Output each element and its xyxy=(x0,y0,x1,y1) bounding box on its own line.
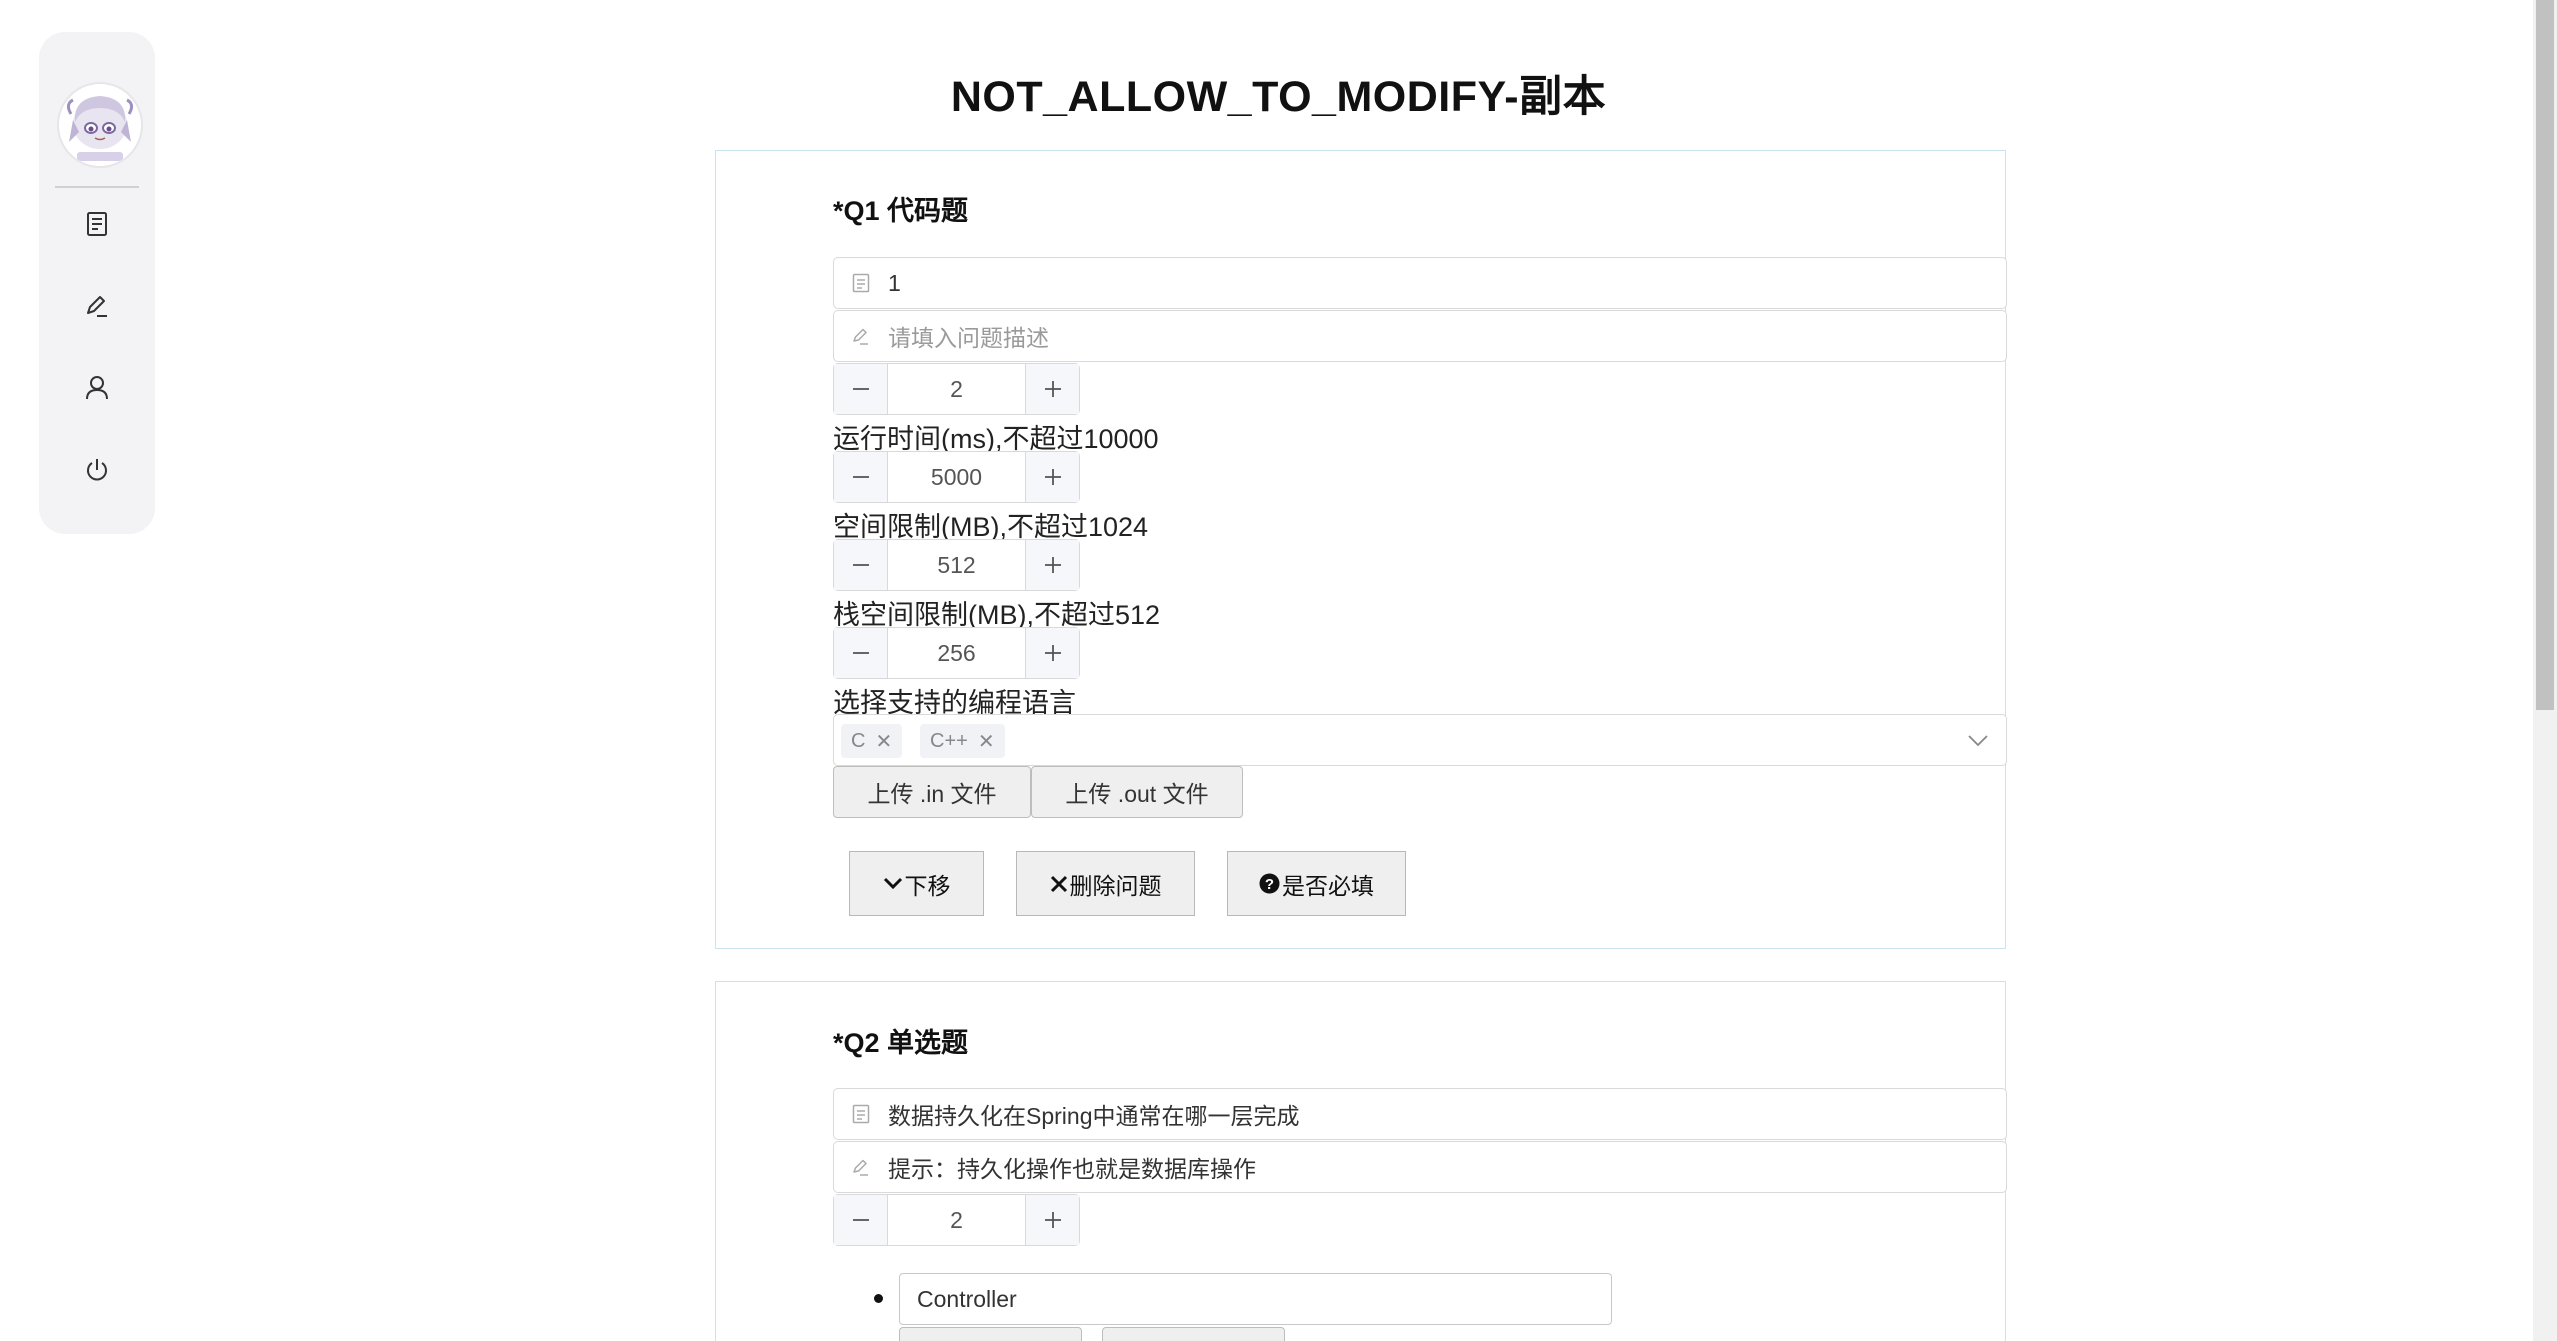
language-tag: C++ ✕ xyxy=(920,724,1005,758)
edit-icon xyxy=(834,1142,888,1192)
power-icon xyxy=(87,459,107,481)
required-toggle-button[interactable]: ? 是否必填 xyxy=(1227,851,1406,916)
sidebar-item-logout[interactable] xyxy=(75,448,119,492)
minus-icon xyxy=(852,564,869,566)
minus-icon xyxy=(852,476,869,478)
question-card-q1: *Q1 代码题 1 请填入问题描述 2 运行时间(ms),不超过10000 50… xyxy=(715,150,2007,949)
language-tag-label: C xyxy=(851,729,866,752)
minus-icon xyxy=(852,652,869,654)
edit-icon xyxy=(834,311,888,361)
delete-question-label: 删除问题 xyxy=(1069,872,1162,899)
svg-text:?: ? xyxy=(1265,876,1274,893)
document-icon xyxy=(87,212,107,236)
memory-value[interactable]: 512 xyxy=(888,540,1025,590)
plus-icon xyxy=(1044,645,1061,661)
user-icon xyxy=(86,376,108,400)
upload-in-button[interactable]: 上传 .in 文件 xyxy=(833,766,1031,818)
minus-icon xyxy=(852,388,869,390)
question-title: *Q2 单选题 xyxy=(833,1028,969,1058)
minus-icon xyxy=(852,1219,869,1221)
increment-button[interactable] xyxy=(1025,1195,1079,1245)
score-stepper[interactable]: 2 xyxy=(833,363,1080,415)
language-tag: C ✕ xyxy=(841,724,903,758)
question-description-input[interactable]: 请填入问题描述 xyxy=(833,310,2007,362)
increment-button[interactable] xyxy=(1025,540,1079,590)
question-name-input[interactable]: 1 xyxy=(833,257,2007,309)
option-input[interactable]: Controller xyxy=(899,1273,1612,1325)
stack-stepper[interactable]: 256 xyxy=(833,627,1080,679)
edit-icon xyxy=(87,296,107,317)
close-icon xyxy=(1050,875,1067,892)
decrement-button[interactable] xyxy=(834,1195,888,1245)
plus-icon xyxy=(1044,381,1061,397)
question-circle-icon: ? xyxy=(1259,873,1280,894)
memory-stepper[interactable]: 512 xyxy=(833,539,1080,591)
sidebar-item-documents[interactable] xyxy=(75,202,119,246)
plus-icon xyxy=(1044,557,1061,573)
language-select[interactable]: C ✕ C++ ✕ xyxy=(833,714,2007,766)
scrollbar-thumb[interactable] xyxy=(2536,0,2554,710)
chevron-down-icon[interactable] xyxy=(1964,727,1992,755)
decrement-button[interactable] xyxy=(834,452,888,502)
question-card-q2: *Q2 单选题 数据持久化在Spring中通常在哪一层完成 提示：持久化操作也就… xyxy=(715,981,2007,1341)
question-name-value: 数据持久化在Spring中通常在哪一层完成 xyxy=(888,1103,1300,1129)
upload-out-button[interactable]: 上传 .out 文件 xyxy=(1031,766,1243,818)
remove-tag-icon[interactable]: ✕ xyxy=(978,729,995,754)
decrement-button[interactable] xyxy=(834,628,888,678)
decrement-button[interactable] xyxy=(834,540,888,590)
increment-button[interactable] xyxy=(1025,452,1079,502)
runtime-stepper[interactable]: 5000 xyxy=(833,451,1080,503)
move-down-label: 下移 xyxy=(904,872,951,899)
question-name-value: 1 xyxy=(888,269,901,296)
option-action-button[interactable] xyxy=(899,1327,1082,1341)
remove-tag-icon[interactable]: ✕ xyxy=(875,729,892,754)
option-bullet xyxy=(874,1294,883,1303)
question-title: *Q1 代码题 xyxy=(833,196,969,226)
question-description-input[interactable]: 提示：持久化操作也就是数据库操作 xyxy=(833,1141,2007,1193)
plus-icon xyxy=(1044,1212,1061,1228)
move-down-button[interactable]: 下移 xyxy=(849,851,984,916)
question-name-input[interactable]: 数据持久化在Spring中通常在哪一层完成 xyxy=(833,1088,2007,1140)
required-toggle-label: 是否必填 xyxy=(1282,872,1374,899)
chevron-down-icon xyxy=(883,877,902,889)
score-value[interactable]: 2 xyxy=(888,364,1025,414)
sidebar-item-edit[interactable] xyxy=(75,284,119,328)
language-tag-label: C++ xyxy=(930,729,968,752)
score-value[interactable]: 2 xyxy=(888,1195,1025,1245)
question-description-value: 提示：持久化操作也就是数据库操作 xyxy=(888,1156,1256,1182)
option-action-button[interactable] xyxy=(1102,1327,1285,1341)
delete-question-button[interactable]: 删除问题 xyxy=(1016,851,1195,916)
score-stepper[interactable]: 2 xyxy=(833,1194,1080,1246)
stack-value[interactable]: 256 xyxy=(888,628,1025,678)
sidebar-item-user[interactable] xyxy=(75,366,119,410)
page-title: NOT_ALLOW_TO_MODIFY-副本 xyxy=(950,73,1607,121)
document-icon xyxy=(834,258,888,308)
increment-button[interactable] xyxy=(1025,364,1079,414)
plus-icon xyxy=(1044,469,1061,485)
increment-button[interactable] xyxy=(1025,628,1079,678)
sidebar-divider xyxy=(55,186,139,188)
question-description-placeholder: 请填入问题描述 xyxy=(888,325,1049,351)
document-icon xyxy=(834,1089,888,1139)
runtime-value[interactable]: 5000 xyxy=(888,452,1025,502)
decrement-button[interactable] xyxy=(834,364,888,414)
